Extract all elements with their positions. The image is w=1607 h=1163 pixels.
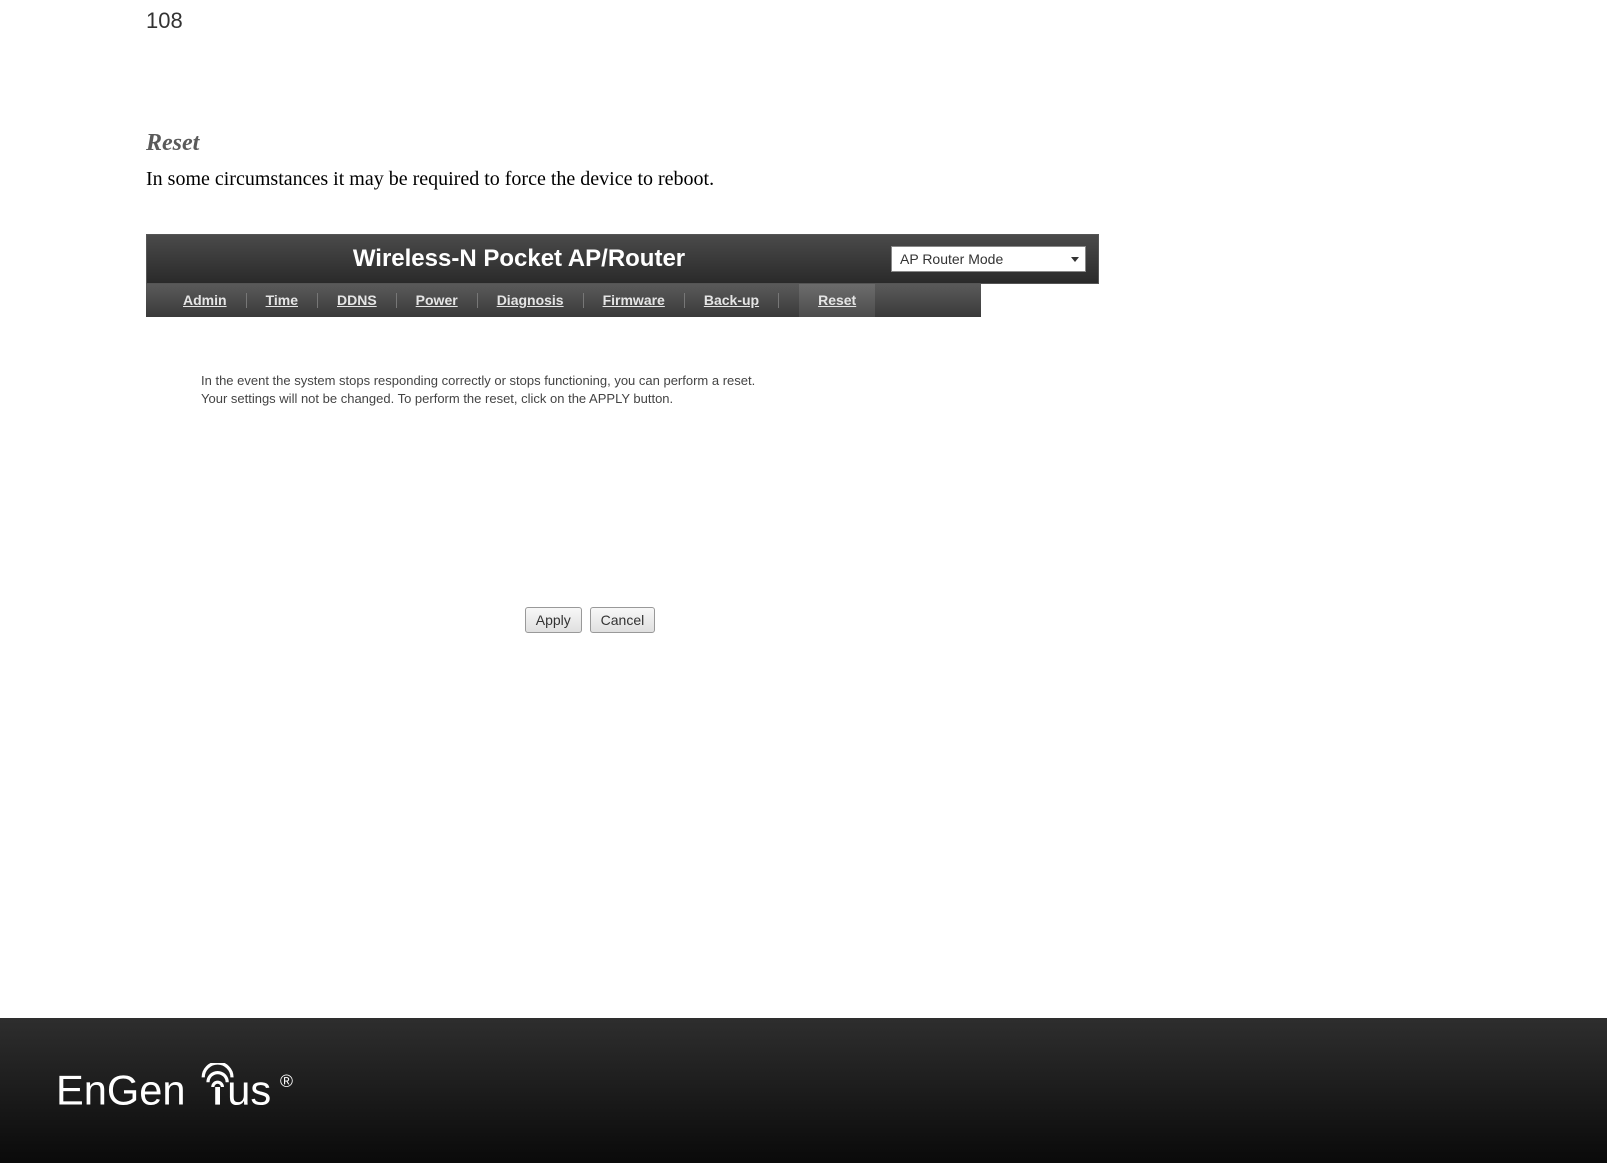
tab-diagnosis[interactable]: Diagnosis — [478, 293, 584, 308]
mode-select-value: AP Router Mode — [900, 251, 1003, 267]
engenius-logo: EnGen us ® — [56, 1063, 312, 1119]
content-line-1: In the event the system stops responding… — [201, 373, 755, 388]
footer-bar: EnGen us ® — [0, 1018, 1607, 1163]
header-title: Wireless-N Pocket AP/Router — [147, 245, 891, 273]
tab-time[interactable]: Time — [247, 293, 318, 308]
tab-ddns[interactable]: DDNS — [318, 293, 397, 308]
tab-admin[interactable]: Admin — [164, 293, 247, 308]
page-number: 108 — [146, 8, 183, 34]
chevron-down-icon — [1071, 257, 1079, 262]
svg-text:®: ® — [280, 1071, 293, 1091]
cancel-button[interactable]: Cancel — [590, 607, 656, 633]
svg-text:EnGen: EnGen — [56, 1066, 186, 1113]
tab-bar: Admin Time DDNS Power Diagnosis Firmware… — [146, 284, 981, 317]
tab-backup[interactable]: Back-up — [685, 293, 779, 308]
header-bar: Wireless-N Pocket AP/Router AP Router Mo… — [146, 234, 1099, 284]
tab-power[interactable]: Power — [397, 293, 478, 308]
apply-button[interactable]: Apply — [525, 607, 582, 633]
tab-reset[interactable]: Reset — [799, 284, 875, 317]
content-line-2: Your settings will not be changed. To pe… — [201, 391, 673, 406]
reset-instruction-text: In the event the system stops responding… — [201, 372, 1069, 407]
content-area: In the event the system stops responding… — [146, 317, 1099, 653]
router-admin-panel: Wireless-N Pocket AP/Router AP Router Mo… — [146, 234, 1099, 653]
svg-text:us: us — [227, 1066, 271, 1113]
tab-firmware[interactable]: Firmware — [584, 293, 685, 308]
mode-select-dropdown[interactable]: AP Router Mode — [891, 246, 1086, 272]
section-description: In some circumstances it may be required… — [146, 168, 714, 191]
button-row: Apply Cancel — [201, 607, 1069, 633]
section-title: Reset — [146, 130, 199, 157]
